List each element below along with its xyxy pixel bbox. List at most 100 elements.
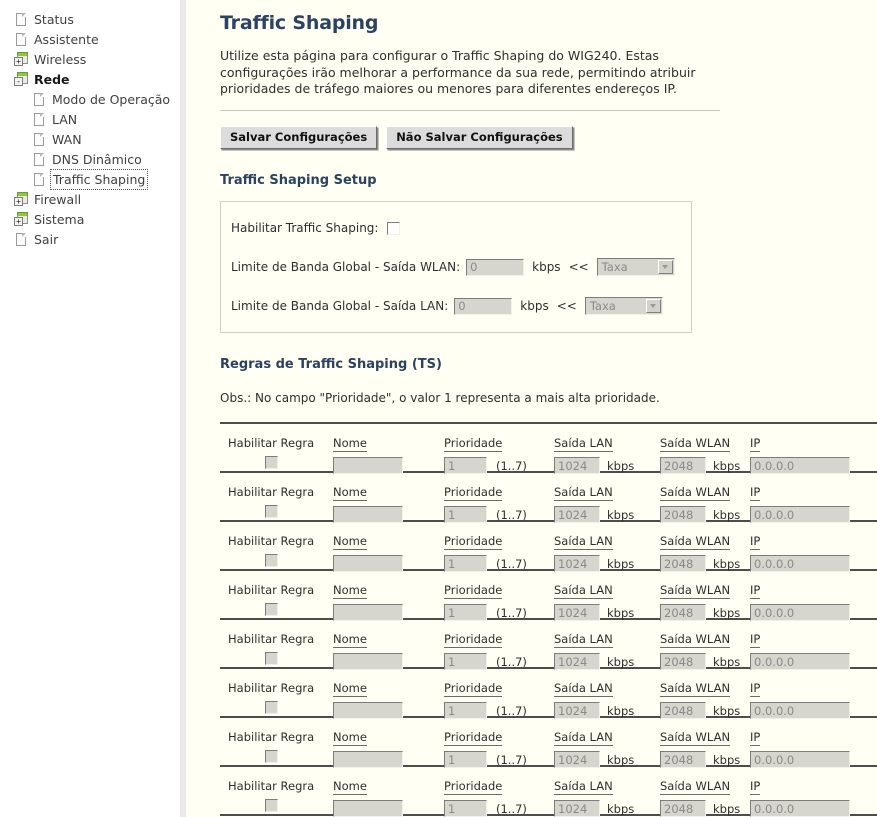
expander-toggle-icon[interactable]: - [14,77,23,86]
rule-ip-input[interactable] [750,604,850,621]
sidebar-item-wireless[interactable]: + Wireless [0,51,180,68]
rule-ip-input[interactable] [750,751,850,768]
rule-lan-input[interactable] [554,653,600,670]
rule-priority-input[interactable] [444,457,487,474]
rule-enable-label: Habilitar Regra [228,485,315,499]
rule-lan-unit: kbps [607,752,635,767]
sidebar-item-firewall[interactable]: + Firewall [0,191,180,208]
rule-lan-input[interactable] [554,555,600,572]
rule-enable-checkbox[interactable] [264,505,278,518]
rule-wlan-label: Saída WLAN [660,632,731,648]
rule-enable-checkbox[interactable] [264,554,278,567]
rule-enable-checkbox[interactable] [264,701,278,714]
rule-name-input[interactable] [333,457,403,474]
lan-bandwidth-limit-input[interactable] [454,297,513,315]
lan-bandwidth-limit-label: Limite de Banda Global - Saída LAN: [231,299,449,313]
save-settings-button[interactable]: Salvar Configurações [220,126,378,149]
sidebar-item-rede[interactable]: - Rede [0,71,180,88]
rule-lan-input[interactable] [554,506,600,523]
action-button-row: Salvar Configurações Não Salvar Configur… [220,126,877,149]
sidebar-item-status[interactable]: Status [0,11,180,28]
rule-enable-cell: Habilitar Regra [228,775,314,812]
rule-wlan-input[interactable] [660,604,706,621]
wlan-rate-select[interactable]: Taxa [596,258,675,276]
table-row: Habilitar Regra Nome Prioridade (1..7) Saída… [220,473,877,523]
rule-priority-input[interactable] [444,506,487,523]
rule-ip-cell: IP [750,628,850,670]
rule-wlan-input[interactable] [660,653,706,670]
rule-priority-cell: Prioridade (1..7) [444,775,527,817]
sidebar-item-dns-dinamico[interactable]: DNS Dinâmico [0,151,180,168]
rule-enable-checkbox[interactable] [264,652,278,665]
rule-enable-checkbox[interactable] [264,750,278,763]
rule-wlan-input[interactable] [660,800,706,817]
rule-priority-hint: (1..7) [496,703,527,718]
rule-ip-input[interactable] [750,457,850,474]
rule-name-input[interactable] [333,555,403,572]
rule-priority-input[interactable] [444,800,487,817]
rule-priority-label: Prioridade [444,730,503,746]
rule-priority-input[interactable] [444,751,487,768]
rule-name-input[interactable] [333,751,403,768]
rule-name-label: Nome [333,534,367,550]
sidebar-item-lan[interactable]: LAN [0,111,180,128]
table-row: Habilitar Regra Nome Prioridade (1..7) Saída… [220,767,877,817]
priority-note: Obs.: No campo "Prioridade", o valor 1 r… [220,391,660,405]
sidebar-item-modo-de-operacao[interactable]: Modo de Operação [0,91,180,108]
rule-ip-input[interactable] [750,702,850,719]
lan-rate-select[interactable]: Taxa [584,297,663,315]
sidebar-item-assistente[interactable]: Assistente [0,31,180,48]
rule-wlan-input[interactable] [660,702,706,719]
expander-toggle-icon[interactable]: + [14,217,23,226]
rule-priority-input[interactable] [444,555,487,572]
rule-ip-cell: IP [750,579,850,621]
rule-name-input[interactable] [333,506,403,523]
rule-enable-checkbox[interactable] [264,456,278,469]
cancel-settings-button[interactable]: Não Salvar Configurações [386,126,573,149]
sidebar-item-sair[interactable]: Sair [0,231,180,248]
rule-name-cell: Nome [333,579,403,621]
expander-toggle-icon[interactable]: + [14,57,23,66]
rule-enable-checkbox[interactable] [264,603,278,616]
rule-name-label: Nome [333,436,367,452]
rule-lan-input[interactable] [554,702,600,719]
rule-lan-cell: Saída LAN kbps [554,628,634,670]
folder-icon: + [14,192,28,207]
rule-name-input[interactable] [333,800,403,817]
rule-ip-input[interactable] [750,506,850,523]
sidebar-item-traffic-shaping[interactable]: Traffic Shaping [0,169,180,190]
rule-ip-input[interactable] [750,800,850,817]
rule-name-cell: Nome [333,677,403,719]
rule-wlan-input[interactable] [660,751,706,768]
rule-wlan-cell: Saída WLAN kbps [660,530,740,572]
folder-icon: + [14,212,28,227]
rule-lan-input[interactable] [554,800,600,817]
page-icon [32,132,46,147]
rule-lan-input[interactable] [554,457,600,474]
rule-priority-input[interactable] [444,604,487,621]
rule-priority-input[interactable] [444,702,487,719]
rule-enable-label: Habilitar Regra [228,730,315,744]
sidebar-item-label: Sair [34,232,59,247]
wlan-bandwidth-limit-input[interactable] [466,258,525,276]
rule-ip-input[interactable] [750,555,850,572]
rule-priority-label: Prioridade [444,632,503,648]
rule-lan-input[interactable] [554,751,600,768]
wlan-bandwidth-limit-row: Limite de Banda Global - Saída WLAN: kbp… [231,257,691,277]
enable-traffic-shaping-checkbox[interactable] [387,221,401,235]
rule-lan-input[interactable] [554,604,600,621]
rule-wlan-input[interactable] [660,555,706,572]
sidebar-item-sistema[interactable]: + Sistema [0,211,180,228]
rule-enable-cell: Habilitar Regra [228,677,314,714]
rule-wlan-input[interactable] [660,506,706,523]
rule-name-input[interactable] [333,702,403,719]
rule-name-input[interactable] [333,653,403,670]
rule-enable-checkbox[interactable] [264,799,278,812]
rule-wlan-input[interactable] [660,457,706,474]
rule-priority-input[interactable] [444,653,487,670]
rule-name-input[interactable] [333,604,403,621]
sidebar-item-wan[interactable]: WAN [0,131,180,148]
rule-wlan-cell: Saída WLAN kbps [660,481,740,523]
expander-toggle-icon[interactable]: + [14,197,23,206]
rule-ip-input[interactable] [750,653,850,670]
